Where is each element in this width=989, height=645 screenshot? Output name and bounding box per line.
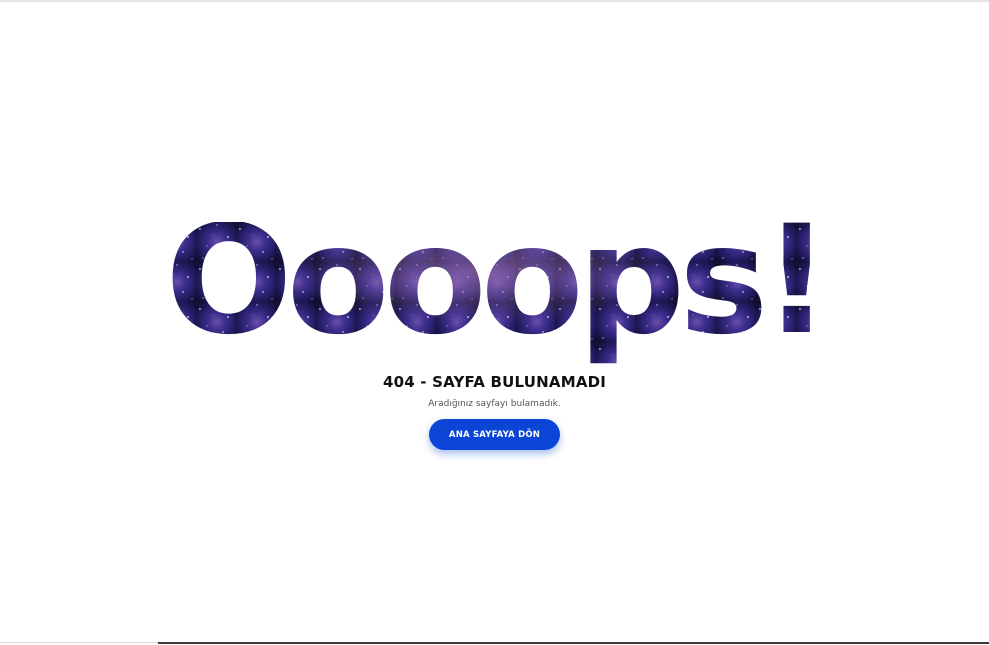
error-page: Oooops! Oooops! Oooops! 404 - SAYFA BULU…: [0, 0, 989, 645]
bottom-scrollbar[interactable]: [158, 642, 989, 644]
headline-nebula-overlay: Oooops!: [165, 222, 825, 368]
headline-container: Oooops! Oooops! Oooops!: [0, 222, 989, 372]
error-title: 404 - SAYFA BULUNAMADI: [382, 373, 607, 391]
top-divider: [0, 0, 989, 2]
error-content: Oooops! Oooops! Oooops! 404 - SAYFA BULU…: [0, 222, 989, 450]
bottom-divider-left: [0, 642, 158, 643]
error-message: Aradığınız sayfayı bulamadık.: [428, 399, 561, 409]
home-button[interactable]: ANA SAYFAYA DÖN: [429, 419, 560, 450]
galaxy-headline: Oooops! Oooops! Oooops!: [165, 222, 831, 368]
